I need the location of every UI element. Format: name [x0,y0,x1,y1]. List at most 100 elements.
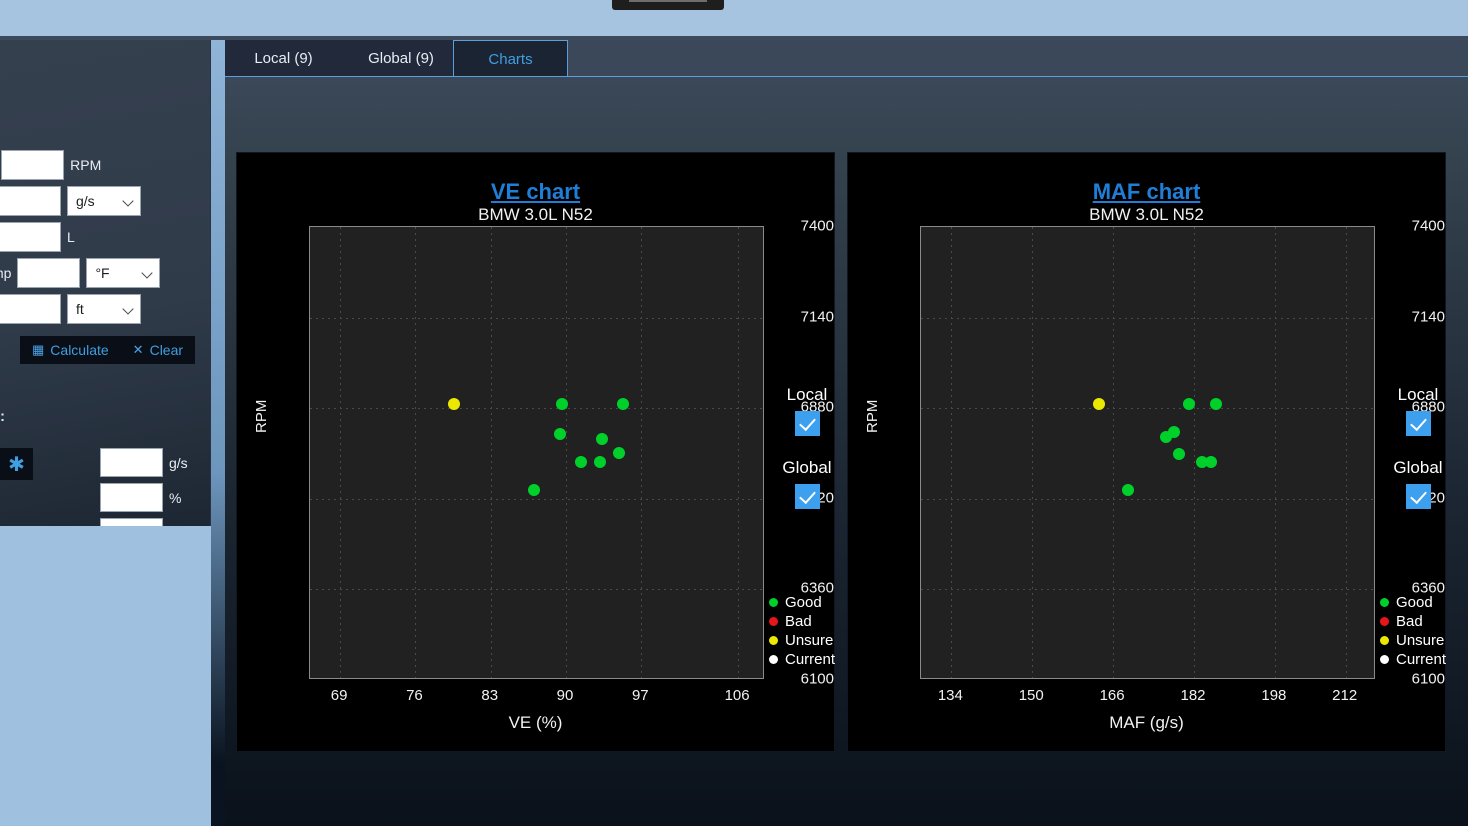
tab-label: Charts [488,50,533,68]
sidebar-output-label: e [0,490,94,506]
window-top-strip [0,0,1468,40]
data-point-good[interactable] [553,428,566,441]
gridline-horizontal [310,408,763,410]
sidebar-field-row: mp °F [0,258,161,288]
legend-global-label: Global [1393,458,1443,477]
sidebar-unit-select[interactable]: ft [67,294,141,324]
x-axis-tick: 212 [1332,687,1358,704]
data-point-good[interactable] [1122,483,1135,496]
y-axis-tick: 7400 [800,217,834,235]
tab-charts[interactable]: Charts [453,40,568,78]
data-point-unsure[interactable] [1092,397,1105,410]
sidebar-field-label: mp [0,265,12,281]
ve-chart-title[interactable]: VE chart [237,179,834,205]
legend-local-label: Local [1397,385,1439,404]
y-axis-tick: 7400 [1411,217,1445,235]
sidebar-unit-select[interactable]: °F [86,258,161,288]
chevron-down-icon [124,196,134,206]
data-point-good[interactable] [1204,456,1217,469]
legend-global-label: Global [782,458,832,477]
sidebar-output-unit: g/s [169,454,188,471]
data-point-good[interactable] [1167,425,1180,438]
x-axis-tick: 106 [724,687,750,704]
legend-swatch-bad-icon [769,617,778,626]
gridline-vertical [490,227,492,678]
data-point-good[interactable] [612,446,625,459]
x-axis-tick: 83 [481,687,499,704]
sidebar-unit-value: °F [95,265,110,281]
sidebar-field-input[interactable] [0,294,61,324]
tab-global[interactable]: Global (9) [342,40,460,77]
sidebar-field-input[interactable] [0,186,61,216]
legend-key-row: Unsure [1380,631,1468,650]
data-point-good[interactable] [527,483,540,496]
data-point-good[interactable] [595,432,608,445]
sidebar-field-row: ft [0,294,141,324]
window-drag-handle[interactable] [612,0,724,10]
legend-key-label: Unsure [1396,632,1445,649]
data-point-good[interactable] [1209,397,1222,410]
gridline-horizontal [310,589,763,591]
tab-label: Local (9) [254,50,313,67]
data-point-good[interactable] [1182,397,1195,410]
ve-chart-subtitle: BMW 3.0L N52 [478,205,593,224]
sidebar-field-row: lRPM [0,150,101,180]
data-point-good[interactable] [1173,447,1186,460]
ve-plot-area[interactable] [309,226,764,679]
sidebar-output-unit: % [169,489,182,506]
gridline-horizontal [310,498,763,500]
sidebar-output-input[interactable] [100,518,163,526]
legend-local-checkbox[interactable] [794,411,820,436]
x-axis-label: VE (%) [508,713,563,732]
gridline-vertical [1345,227,1347,678]
data-point-unsure[interactable] [448,397,461,410]
legend-key-label: Bad [785,613,812,630]
y-axis-tick: 7140 [1411,308,1445,326]
legend-local-checkbox[interactable] [1405,411,1431,436]
maf-legend-keys: Good Bad Unsure Current [1380,593,1468,669]
tab-local[interactable]: Local (9) [225,40,342,77]
legend-global-checkbox[interactable] [794,484,820,509]
x-axis-tick: 69 [330,687,348,704]
sidebar-output-input[interactable] [100,483,163,512]
gridline-vertical [738,227,740,678]
legend-local-label: Local [786,385,828,404]
clear-label: Clear [149,342,184,358]
gridline-vertical [1194,227,1195,678]
sidebar-field-input[interactable] [1,150,65,180]
sidebar-unit-value: ft [76,301,84,317]
gridline-horizontal [921,498,1374,500]
sidebar-unit-select[interactable]: g/s [67,186,141,216]
gridline-vertical [566,227,567,678]
calculate-button[interactable]: ▦ Calculate [20,336,121,364]
sidebar-unit-label: RPM [70,157,102,173]
legend-key-row: Current [1380,650,1468,669]
legend-key-label: Current [785,651,836,668]
x-axis-tick: 134 [937,687,963,704]
legend-key-label: Good [785,594,822,611]
y-axis-tick: 6100 [800,670,834,688]
x-axis-tick: 182 [1180,687,1206,704]
gridline-horizontal [921,317,1374,319]
gridline-vertical [415,227,417,678]
sidebar-field-row: L [0,222,75,252]
gridline-horizontal [310,317,763,319]
clear-button[interactable]: ✕ Clear [120,336,196,364]
data-point-good[interactable] [617,397,629,410]
legend-key-label: Good [1396,594,1433,611]
x-axis-tick: 76 [406,687,423,704]
vertical-scrollbar[interactable] [211,40,225,826]
sidebar-field-input[interactable] [17,258,81,288]
chevron-down-icon [143,268,153,278]
data-point-good[interactable] [575,456,588,469]
data-point-good[interactable] [555,397,568,410]
legend-swatch-bad-icon [1380,617,1389,626]
sidebar-output-input[interactable] [100,448,163,477]
maf-plot-area[interactable] [920,226,1375,679]
data-point-good[interactable] [594,456,607,469]
sidebar-field-input[interactable] [0,222,61,252]
maf-chart-title[interactable]: MAF chart [848,179,1445,205]
legend-global-checkbox[interactable] [1405,484,1431,509]
calculator-icon: ▦ [32,342,45,357]
y-axis-tick: 6100 [1411,670,1445,688]
